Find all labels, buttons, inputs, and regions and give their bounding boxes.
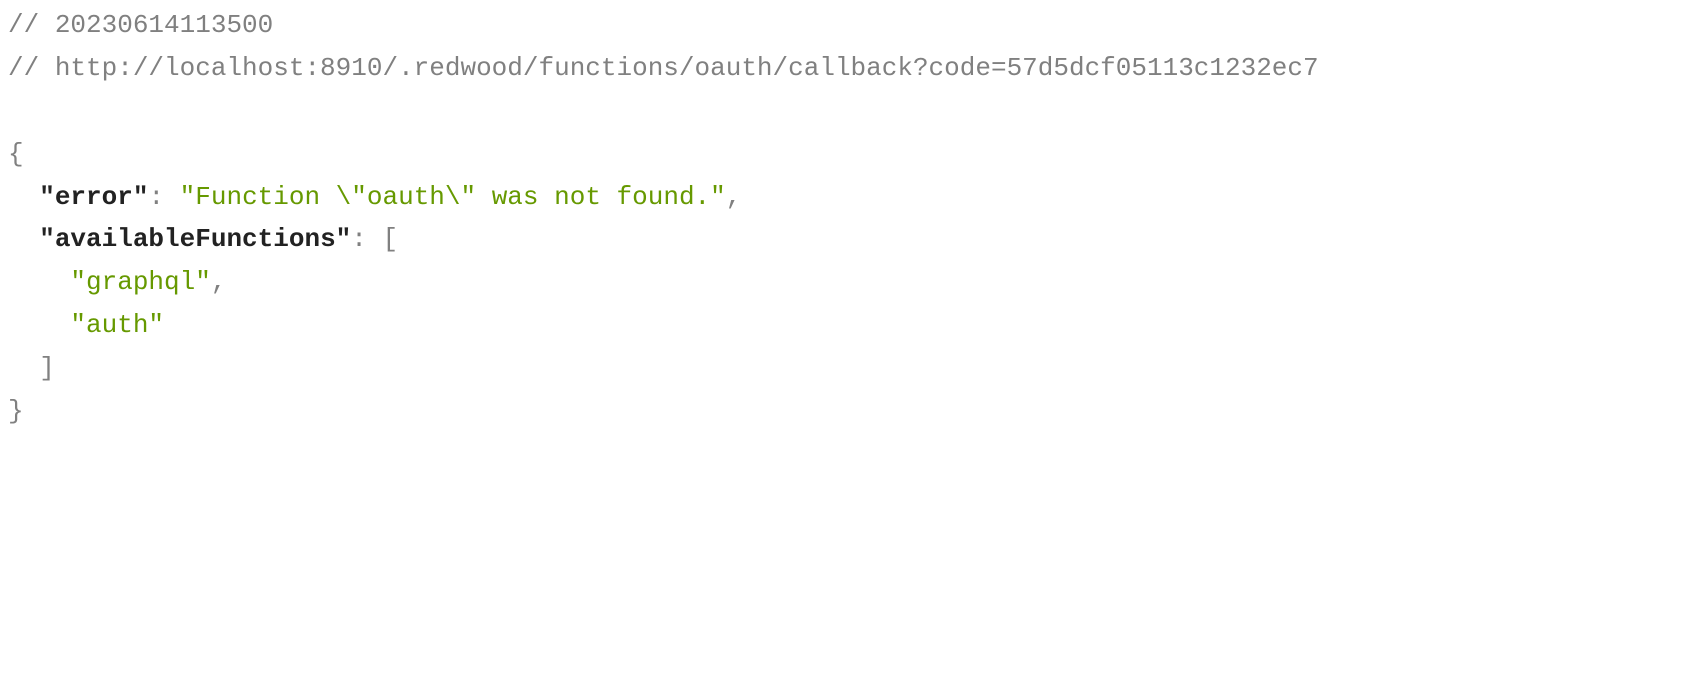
json-array-value: "graphql" <box>70 267 210 297</box>
comment-url: http://localhost:8910/.redwood/functions… <box>55 53 1319 83</box>
open-brace: { <box>8 139 24 169</box>
json-key-available: "availableFunctions" <box>39 224 351 254</box>
comment-timestamp: 20230614113500 <box>55 10 273 40</box>
json-key-error: "error" <box>39 182 148 212</box>
close-brace: } <box>8 396 24 426</box>
blank-line <box>8 90 1686 133</box>
json-error-line: "error": "Function \"oauth\" was not fou… <box>8 176 1686 219</box>
json-close-brace-line: } <box>8 390 1686 433</box>
json-value-error: "Function \"oauth\" was not found." <box>180 182 726 212</box>
colon: : <box>148 182 179 212</box>
comma: , <box>211 267 227 297</box>
close-bracket: ] <box>39 353 55 383</box>
json-array-item: "auth" <box>8 304 1686 347</box>
json-array-value: "auth" <box>70 310 164 340</box>
json-open-brace-line: { <box>8 133 1686 176</box>
open-bracket: [ <box>383 224 399 254</box>
comma: , <box>726 182 742 212</box>
comment-line-timestamp: // 20230614113500 <box>8 4 1686 47</box>
comment-prefix: // <box>8 53 55 83</box>
json-close-bracket-line: ] <box>8 347 1686 390</box>
comment-line-url: // http://localhost:8910/.redwood/functi… <box>8 47 1686 90</box>
colon: : <box>351 224 382 254</box>
comment-prefix: // <box>8 10 55 40</box>
json-array-item: "graphql", <box>8 261 1686 304</box>
json-available-open-line: "availableFunctions": [ <box>8 218 1686 261</box>
